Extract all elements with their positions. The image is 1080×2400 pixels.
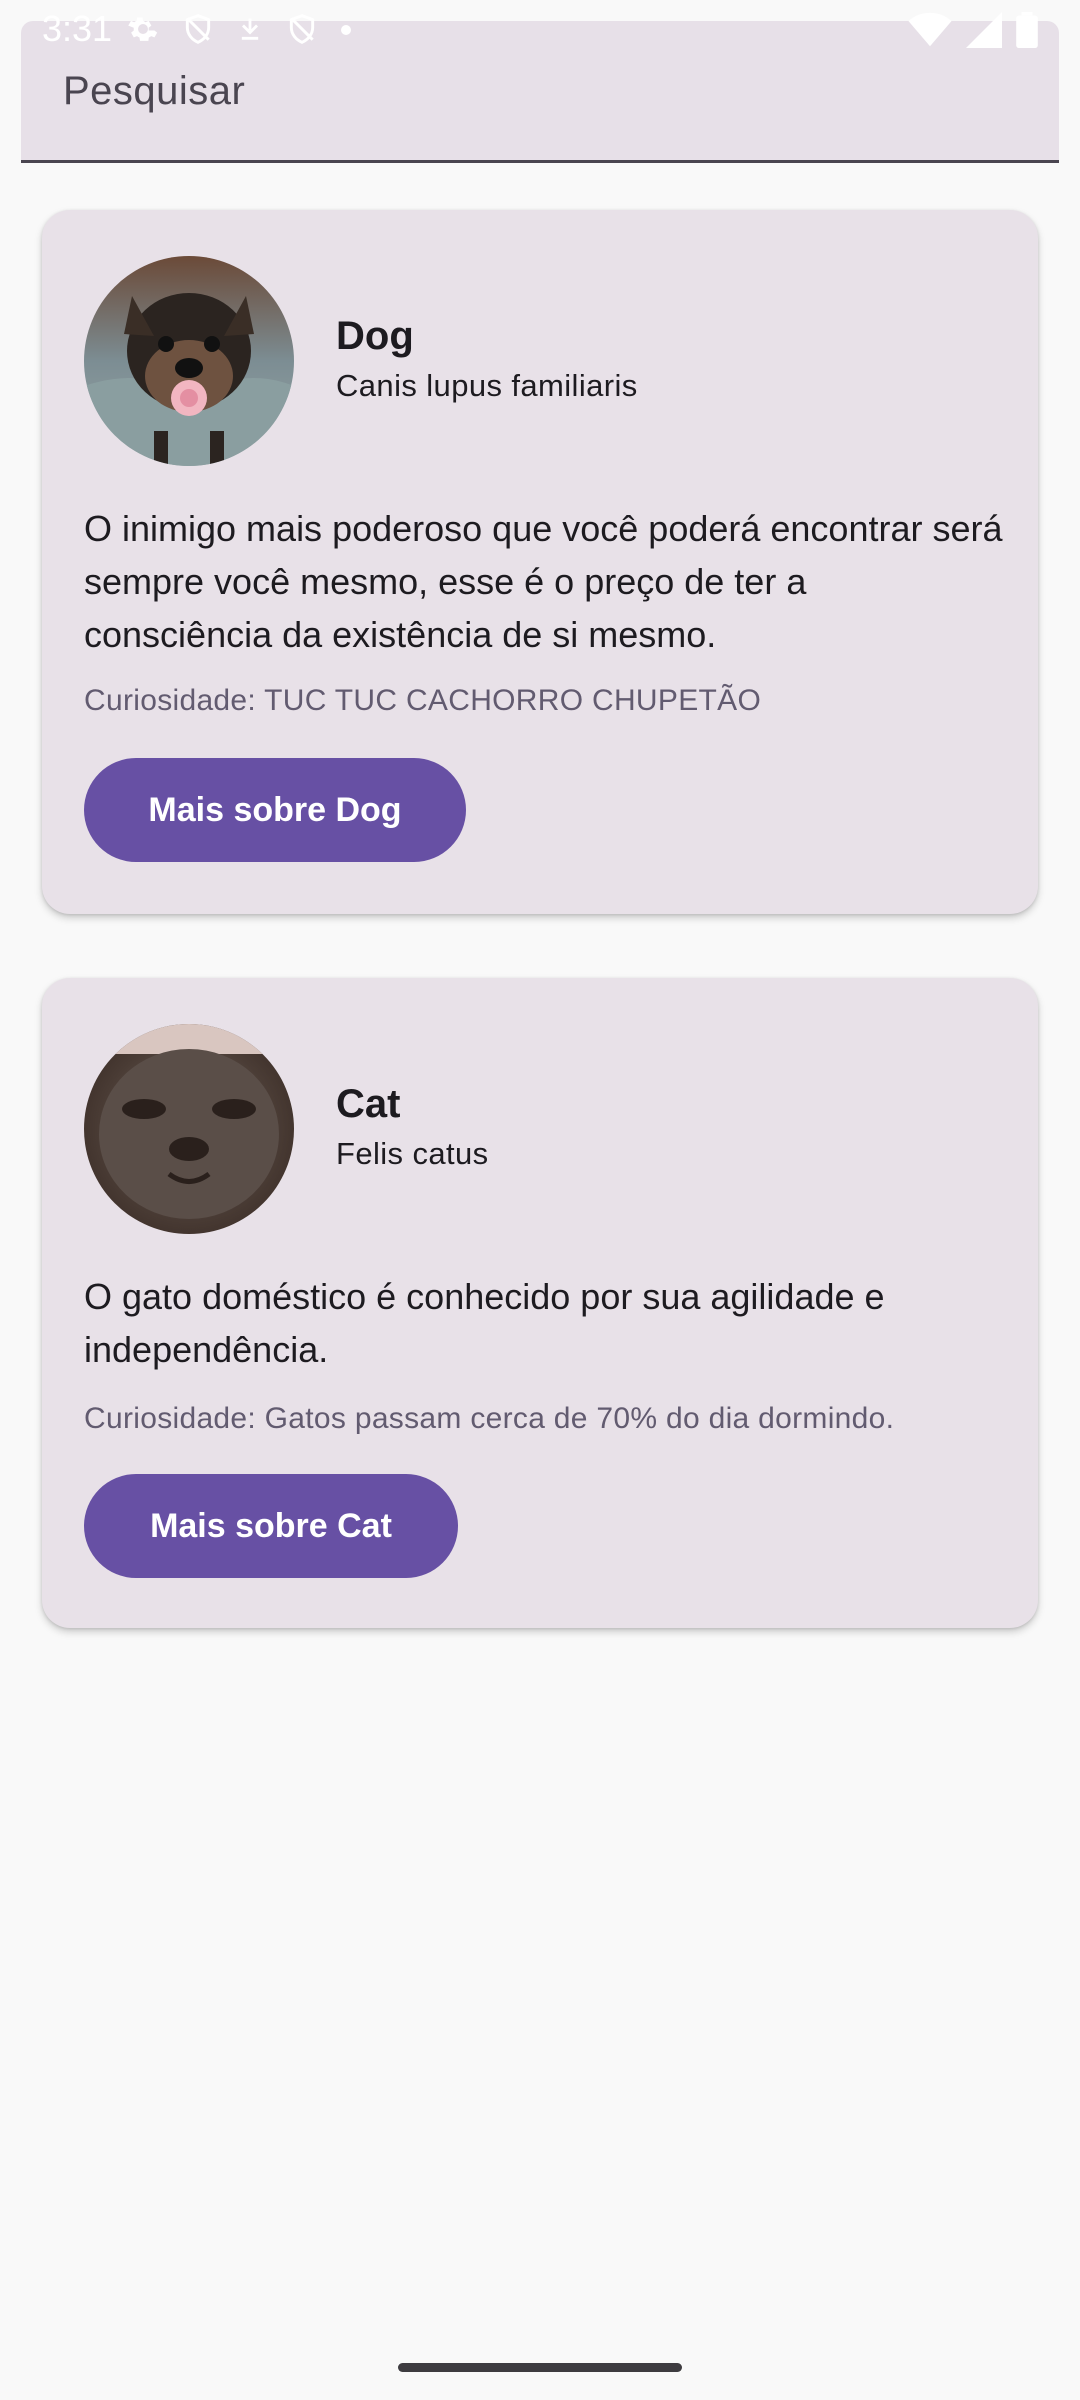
animal-description: O inimigo mais poderoso que você poderá … [84, 508, 1003, 655]
more-about-dog-button[interactable]: Mais sobre Dog [84, 758, 466, 862]
animal-scientific-name: Felis catus [336, 1136, 489, 1171]
search-field[interactable]: Pesquisar [21, 21, 1059, 163]
animal-fact: Curiosidade: TUC TUC CACHORRO CHUPETÃO [84, 684, 762, 717]
dog-avatar [84, 256, 294, 466]
search-placeholder: Pesquisar [63, 69, 246, 113]
screen: Pesquisar 3:31 Dog Canis lupus familiari… [0, 0, 1080, 2400]
cat-photo-icon [84, 1024, 294, 1234]
animal-scientific-name: Canis lupus familiaris [336, 368, 638, 403]
animal-card-dog: Dog Canis lupus familiaris O inimigo mai… [42, 210, 1038, 914]
dog-photo-icon [84, 256, 294, 466]
animal-description: O gato doméstico é conhecido por sua agi… [84, 1276, 885, 1370]
more-about-cat-button[interactable]: Mais sobre Cat [84, 1474, 458, 1578]
home-indicator[interactable] [398, 2363, 682, 2372]
animal-name: Cat [336, 1082, 401, 1126]
animal-name: Dog [336, 314, 414, 358]
animal-fact: Curiosidade: Gatos passam cerca de 70% d… [84, 1402, 895, 1435]
animal-card-cat: Cat Felis catus O gato doméstico é conhe… [42, 978, 1038, 1628]
cat-avatar [84, 1024, 294, 1234]
